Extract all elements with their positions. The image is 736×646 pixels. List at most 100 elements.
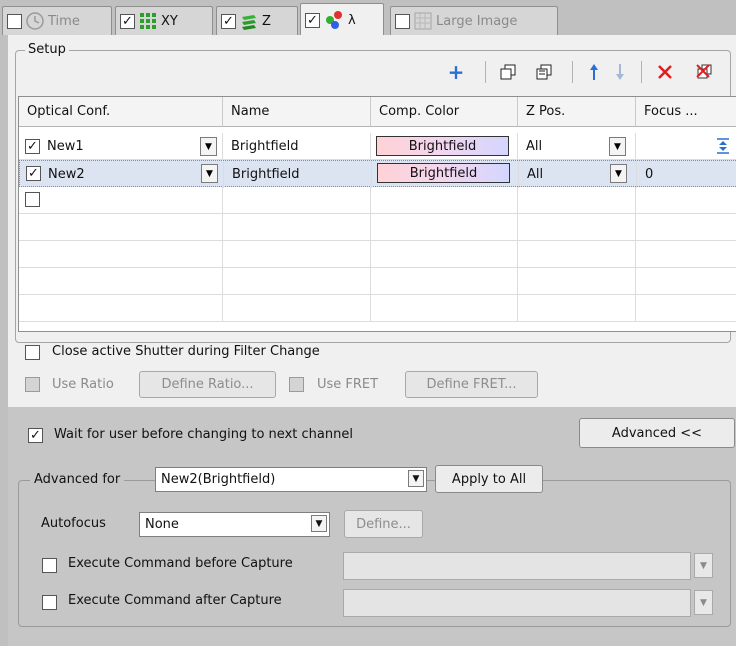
close-shutter-checkbox[interactable]	[25, 345, 40, 360]
optical-conf-cell[interactable]	[19, 187, 223, 214]
delete-icon[interactable]	[655, 62, 675, 82]
name-cell	[223, 187, 371, 214]
define-fret-button[interactable]: Define FRET...	[405, 371, 538, 398]
table-row-empty	[19, 241, 736, 268]
channels-icon	[326, 11, 342, 29]
comp-color-cell	[371, 187, 518, 214]
use-fret-checkbox[interactable]	[289, 377, 304, 392]
apply-to-all-button[interactable]: Apply to All	[435, 465, 543, 493]
exec-before-field[interactable]	[343, 552, 691, 580]
optical-conf-value: New1	[47, 139, 84, 154]
autofocus-value: None	[145, 517, 179, 532]
advanced-toggle-button[interactable]: Advanced <<	[579, 418, 735, 448]
table-row-new[interactable]	[19, 187, 736, 214]
tab-xy-label: XY	[161, 13, 178, 29]
wait-for-user-checkbox[interactable]: ✓	[28, 428, 43, 443]
z-stack-icon	[242, 15, 256, 30]
tab-large-image-checkbox[interactable]	[395, 13, 410, 29]
chevron-down-icon[interactable]: ▼	[609, 137, 626, 156]
chevron-down-icon[interactable]: ▼	[694, 553, 713, 578]
column-header-optical-conf[interactable]: Optical Conf.	[19, 97, 223, 127]
tab-time-label: Time	[48, 13, 80, 29]
wait-for-user-label: Wait for user before changing to next ch…	[54, 427, 353, 442]
tab-large-image[interactable]: Large Image	[390, 6, 558, 35]
name-cell[interactable]: Brightfield	[223, 133, 371, 160]
column-header-focus[interactable]: Focus ...	[636, 97, 736, 127]
z-pos-cell[interactable]: All ▼	[519, 161, 637, 188]
z-pos-value: All	[526, 139, 543, 154]
comp-color-swatch[interactable]: Brightfield	[377, 163, 510, 183]
chevron-down-icon[interactable]: ▼	[408, 470, 424, 487]
chevron-down-icon[interactable]: ▼	[311, 515, 327, 532]
row-checkbox[interactable]	[25, 192, 40, 207]
autofocus-define-button[interactable]: Define...	[344, 510, 423, 538]
z-pos-cell	[518, 187, 636, 214]
tab-lambda[interactable]: ✓ λ	[300, 3, 384, 36]
chevron-down-icon[interactable]: ▼	[694, 590, 713, 615]
close-shutter-label: Close active Shutter during Filter Chang…	[52, 344, 320, 359]
advanced-for-label: Advanced for	[30, 472, 125, 487]
name-cell[interactable]: Brightfield	[224, 161, 372, 188]
tab-z-label: Z	[262, 13, 271, 29]
add-icon[interactable]: +	[446, 62, 466, 82]
tab-xy-checkbox[interactable]: ✓	[120, 13, 135, 29]
tab-time[interactable]: Time	[2, 6, 112, 35]
tab-large-image-label: Large Image	[436, 13, 518, 29]
toolbar-separator	[572, 61, 573, 83]
setup-title: Setup	[25, 42, 69, 57]
chevron-down-icon[interactable]: ▼	[201, 164, 218, 183]
move-up-icon[interactable]	[584, 62, 604, 82]
table-row[interactable]: ✓ New1 ▼ Brightfield Brightfield All ▼	[19, 133, 736, 160]
delete-all-icon[interactable]	[694, 62, 714, 82]
table-row-empty	[19, 268, 736, 295]
optical-conf-cell[interactable]: ✓ New1 ▼	[19, 133, 223, 160]
z-pos-cell[interactable]: All ▼	[518, 133, 636, 160]
exec-before-label: Execute Command before Capture	[68, 556, 293, 571]
column-header-comp-color[interactable]: Comp. Color	[371, 97, 518, 127]
tab-z-checkbox[interactable]: ✓	[221, 13, 236, 29]
focus-cell[interactable]	[636, 133, 736, 160]
exec-before-checkbox[interactable]	[42, 558, 57, 573]
move-down-icon[interactable]	[610, 62, 630, 82]
comp-color-cell[interactable]: Brightfield	[371, 133, 518, 160]
clock-icon	[26, 12, 44, 30]
channels-table: Optical Conf. Name Comp. Color Z Pos. Fo…	[18, 96, 736, 332]
comp-color-swatch[interactable]: Brightfield	[376, 136, 509, 156]
autofocus-label: Autofocus	[41, 516, 106, 531]
column-header-z-pos[interactable]: Z Pos.	[518, 97, 636, 127]
tab-time-checkbox[interactable]	[7, 13, 22, 29]
large-image-icon	[414, 12, 432, 30]
autofocus-combo[interactable]: None ▼	[139, 512, 330, 537]
advanced-for-value: New2(Brightfield)	[161, 472, 276, 487]
tab-strip: Time ✓ XY ✓ Z ✓ λ Large Image	[0, 0, 736, 36]
use-ratio-checkbox[interactable]	[25, 377, 40, 392]
use-fret-label: Use FRET	[317, 377, 379, 392]
row-checkbox[interactable]: ✓	[25, 139, 40, 154]
table-row-empty	[19, 295, 736, 322]
row-checkbox[interactable]: ✓	[26, 166, 41, 181]
chevron-down-icon[interactable]: ▼	[200, 137, 217, 156]
toolbar-separator	[485, 61, 486, 83]
paste-icon[interactable]	[534, 62, 554, 82]
advanced-for-combo[interactable]: New2(Brightfield) ▼	[155, 467, 427, 492]
tab-lambda-checkbox[interactable]: ✓	[305, 12, 320, 28]
tab-z[interactable]: ✓ Z	[216, 6, 298, 35]
use-ratio-label: Use Ratio	[52, 377, 114, 392]
table-row-selected[interactable]: ✓ New2 ▼ Brightfield Brightfield All ▼ 0	[19, 160, 736, 188]
focus-range-icon[interactable]	[716, 138, 730, 154]
tab-xy[interactable]: ✓ XY	[115, 6, 213, 35]
exec-after-label: Execute Command after Capture	[68, 593, 282, 608]
tab-lambda-label: λ	[348, 12, 356, 28]
optical-conf-cell[interactable]: ✓ New2 ▼	[20, 161, 224, 188]
chevron-down-icon[interactable]: ▼	[610, 164, 627, 183]
focus-cell[interactable]: 0	[637, 161, 736, 188]
column-header-name[interactable]: Name	[223, 97, 371, 127]
exec-after-checkbox[interactable]	[42, 595, 57, 610]
grid-icon	[140, 13, 156, 29]
z-pos-value: All	[527, 167, 544, 182]
copy-icon[interactable]	[498, 62, 518, 82]
define-ratio-button[interactable]: Define Ratio...	[139, 371, 276, 398]
table-row-empty	[19, 214, 736, 241]
comp-color-cell[interactable]: Brightfield	[372, 161, 519, 188]
exec-after-field[interactable]	[343, 589, 691, 617]
